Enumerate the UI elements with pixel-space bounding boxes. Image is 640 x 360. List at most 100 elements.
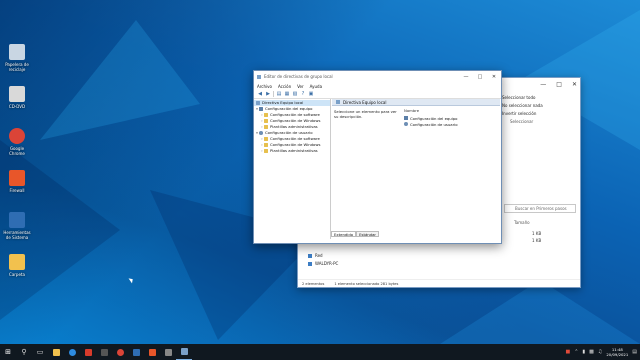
taskbar-app-settings[interactable]	[160, 344, 176, 360]
close-icon[interactable]: ✕	[487, 74, 501, 80]
desktop-icon-drive[interactable]: CD-DVD	[2, 86, 32, 109]
show-hide-tree-icon[interactable]: ▤	[276, 91, 282, 97]
back-icon[interactable]: ◀	[257, 91, 263, 97]
taskbar-app-acrobat[interactable]	[80, 344, 96, 360]
antivirus-icon[interactable]: ■	[565, 349, 570, 355]
explorer-ribbon: Seleccionar todo No seleccionar nada Inv…	[502, 94, 580, 126]
menu-bar: Archivo Acción Ver Ayuda	[254, 82, 501, 90]
menu-accion[interactable]: Acción	[278, 84, 291, 89]
export-list-icon[interactable]: ▧	[292, 91, 298, 97]
user-icon	[259, 131, 263, 135]
search-icon: ⚲	[21, 348, 27, 356]
taskbar-app-tool[interactable]	[96, 344, 112, 360]
policy-tree: Directiva Equipo local ▾ Configuración d…	[254, 99, 331, 239]
folder-icon	[264, 125, 268, 129]
invert-selection-button[interactable]: Invertir selección	[502, 110, 580, 118]
menu-ayuda[interactable]: Ayuda	[310, 84, 322, 89]
view-icon[interactable]: ▣	[308, 91, 314, 97]
search-button[interactable]: ⚲	[16, 344, 32, 360]
policy-icon	[336, 100, 340, 104]
recycle-bin-icon	[9, 44, 25, 60]
desktop-icon-app[interactable]: Firewall	[2, 170, 32, 193]
network-status-icon[interactable]: ▩	[589, 349, 594, 355]
taskbar: ⊞ ⚲ ▭ ■ ⌃ ▮ ▩ ♫ 11:48 20/09/2021 ▤	[0, 344, 640, 360]
desktop-icon-folder[interactable]: Carpeta	[2, 254, 32, 277]
network-icon	[308, 253, 312, 258]
notifications-icon[interactable]: ▤	[632, 349, 637, 355]
tree-item-user-admin-templates[interactable]: › Plantillas administrativas	[254, 148, 330, 154]
volume-icon[interactable]: ♫	[598, 349, 602, 355]
network-icon	[132, 348, 140, 356]
search-input[interactable]: Buscar en Primeros pasos	[504, 204, 576, 213]
pdf-icon	[84, 348, 92, 356]
close-icon[interactable]: ✕	[572, 81, 577, 88]
app-icon	[9, 170, 25, 186]
windows-icon: ⊞	[5, 348, 11, 356]
menu-archivo[interactable]: Archivo	[257, 84, 272, 89]
gpedit-icon	[180, 348, 188, 355]
clock[interactable]: 11:48 20/09/2021	[606, 347, 628, 357]
properties-icon[interactable]: ▦	[284, 91, 290, 97]
folder-icon	[264, 149, 268, 153]
folder-icon	[9, 254, 25, 270]
gpedit-window[interactable]: Editor de directivas de grupo local — □ …	[253, 70, 502, 244]
clock-date: 20/09/2021	[606, 352, 629, 357]
taskbar-app-explorer[interactable]	[48, 344, 64, 360]
tab-estandar[interactable]: Estándar	[356, 231, 379, 237]
chevron-up-icon[interactable]: ⌃	[574, 349, 578, 355]
view-tabs: Extendido Estándar	[331, 231, 379, 237]
minimize-icon[interactable]: —	[459, 74, 473, 80]
explorer-statusbar: 2 elementos 1 elemento seleccionado 281 …	[298, 279, 580, 287]
chrome-icon	[9, 128, 25, 144]
desktop-icon-recycle-bin[interactable]: Papelera de reciclaje	[2, 44, 32, 72]
gpedit-app-icon	[257, 74, 261, 79]
select-all-button[interactable]: Seleccionar todo	[502, 94, 580, 102]
maximize-icon[interactable]: □	[556, 81, 562, 88]
computer-icon	[308, 261, 312, 266]
tab-extendido[interactable]: Extendido	[331, 231, 357, 237]
gpedit-titlebar[interactable]: Editor de directivas de grupo local — □ …	[254, 71, 501, 82]
computer-icon	[259, 107, 263, 111]
tool-icon	[100, 348, 108, 356]
help-icon[interactable]: ?	[300, 91, 306, 97]
list-item[interactable]: Red	[308, 253, 323, 258]
desktop-icon-chrome[interactable]: Google Chrome	[2, 128, 32, 156]
list-item[interactable]: WALDYR-PC	[308, 261, 338, 266]
folder-icon	[264, 113, 268, 117]
taskbar-app-edge[interactable]	[64, 344, 80, 360]
task-view-icon: ▭	[36, 348, 44, 356]
column-size[interactable]: Tamaño	[514, 220, 530, 225]
taskbar-app-network[interactable]	[128, 344, 144, 360]
details-header: Directiva Equipo local	[332, 99, 500, 106]
system-tray: ■ ⌃ ▮ ▩ ♫ 11:48 20/09/2021 ▤	[565, 347, 640, 357]
folder-icon	[264, 119, 268, 123]
desktop-icon-tools[interactable]: Herramientas de Sistema	[2, 212, 32, 240]
column-name[interactable]: Nombre	[404, 108, 458, 113]
user-icon	[404, 122, 408, 126]
computer-icon	[404, 116, 408, 120]
taskbar-app-firewall[interactable]	[144, 344, 160, 360]
file-explorer-icon	[52, 348, 60, 356]
taskbar-app-gpedit[interactable]	[176, 344, 192, 360]
settings-icon	[164, 348, 172, 356]
details-list: Nombre Configuración del equipo Configur…	[404, 108, 458, 127]
chrome-icon	[116, 348, 124, 356]
start-button[interactable]: ⊞	[0, 344, 16, 360]
battery-icon[interactable]: ▮	[582, 349, 585, 355]
menu-ver[interactable]: Ver	[297, 84, 304, 89]
maximize-icon[interactable]: □	[473, 74, 487, 80]
list-item[interactable]: Configuración del equipo	[404, 115, 458, 121]
edge-icon	[68, 348, 76, 356]
task-view-button[interactable]: ▭	[32, 344, 48, 360]
list-item[interactable]: Configuración de usuario	[404, 121, 458, 127]
forward-icon[interactable]: ▶	[265, 91, 271, 97]
policy-icon	[256, 101, 260, 105]
firewall-icon	[148, 348, 156, 356]
minimize-icon[interactable]: —	[540, 81, 546, 88]
folder-icon	[264, 143, 268, 147]
size-cell: 1 KB	[532, 238, 542, 243]
description-text: Seleccione un elemento para ver su descr…	[334, 109, 397, 119]
select-none-button[interactable]: No seleccionar nada	[502, 102, 580, 110]
window-title: Editor de directivas de grupo local	[264, 74, 333, 79]
taskbar-app-chrome[interactable]	[112, 344, 128, 360]
